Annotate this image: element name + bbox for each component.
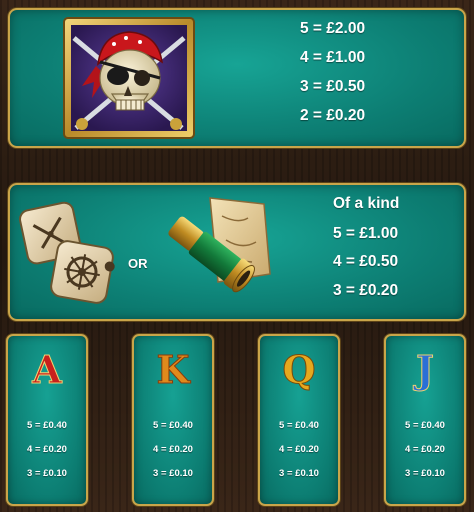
- skull-payout-3: 3 = £0.50: [300, 78, 366, 95]
- dice-telescope-payout-4: 4 = £0.50: [333, 253, 399, 270]
- card-panel-jack: J 5 = £0.40 4 = £0.20 3 = £0.10: [384, 334, 466, 506]
- dice-icon: [16, 196, 122, 306]
- king-payout-5: 5 = £0.40: [153, 420, 193, 431]
- card-panel-king: K 5 = £0.40 4 = £0.20 3 = £0.10: [132, 334, 214, 506]
- ace-payout-4: 4 = £0.20: [27, 444, 67, 455]
- ace-payout-3: 3 = £0.10: [27, 468, 67, 479]
- card-panel-queen: Q 5 = £0.40 4 = £0.20 3 = £0.10: [258, 334, 340, 506]
- or-label: OR: [128, 256, 148, 271]
- skull-payout-5: 5 = £2.00: [300, 20, 366, 37]
- queen-payout-3: 3 = £0.10: [279, 468, 319, 479]
- jack-letter-icon: J: [416, 347, 435, 392]
- queen-payout-5: 5 = £0.40: [279, 420, 319, 431]
- ace-letter-icon: A: [32, 347, 62, 392]
- queen-payout-4: 4 = £0.20: [279, 444, 319, 455]
- pirate-skull-icon: [62, 16, 196, 140]
- jack-payout-3: 3 = £0.10: [405, 468, 445, 479]
- king-payout-4: 4 = £0.20: [153, 444, 193, 455]
- skull-payout-4: 4 = £1.00: [300, 49, 366, 66]
- dice-telescope-header: Of a kind: [333, 195, 400, 212]
- telescope-map-icon: [152, 190, 274, 308]
- king-letter-icon: K: [156, 347, 190, 392]
- ace-payout-5: 5 = £0.40: [27, 420, 67, 431]
- dice-telescope-payout-5: 5 = £1.00: [333, 225, 399, 242]
- dice-telescope-payout-3: 3 = £0.20: [333, 282, 399, 299]
- queen-letter-icon: Q: [282, 347, 316, 392]
- jack-payout-4: 4 = £0.20: [405, 444, 445, 455]
- skull-payout-2: 2 = £0.20: [300, 107, 366, 124]
- card-panel-ace: A 5 = £0.40 4 = £0.20 3 = £0.10: [6, 334, 88, 506]
- jack-payout-5: 5 = £0.40: [405, 420, 445, 431]
- king-payout-3: 3 = £0.10: [153, 468, 193, 479]
